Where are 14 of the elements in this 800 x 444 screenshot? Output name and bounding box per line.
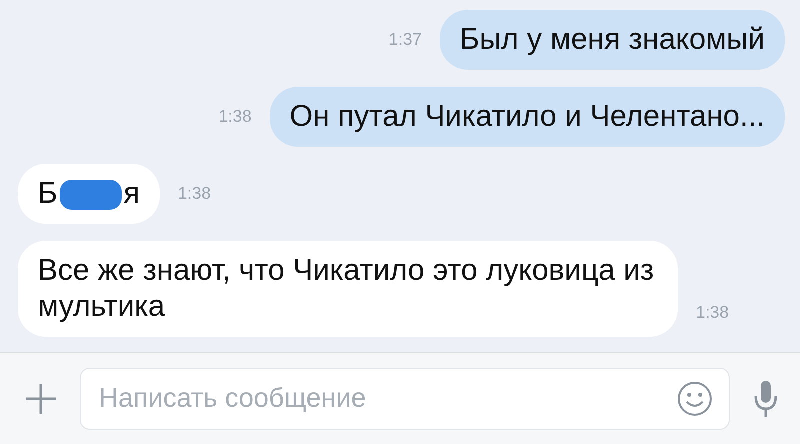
message-field[interactable]: Написать сообщение	[80, 368, 730, 430]
smiley-icon[interactable]	[677, 380, 713, 416]
add-button[interactable]	[24, 382, 58, 416]
message-time: 1:38	[696, 303, 730, 323]
message-time: 1:38	[178, 184, 212, 204]
message-bubble: Б я	[18, 164, 160, 224]
message-bubble: Он путал Чикатило и Челентано...	[270, 87, 785, 147]
redaction-mark	[60, 180, 122, 210]
message-bubble: Был у меня знакомый	[440, 10, 785, 70]
message-time: 1:37	[388, 30, 422, 50]
microphone-icon[interactable]	[752, 378, 780, 418]
message-input[interactable]: Написать сообщение	[97, 382, 667, 415]
message-time: 1:38	[218, 107, 252, 127]
message-bubble: Все же знают, что Чикатило это луковица из мультика	[18, 241, 678, 337]
